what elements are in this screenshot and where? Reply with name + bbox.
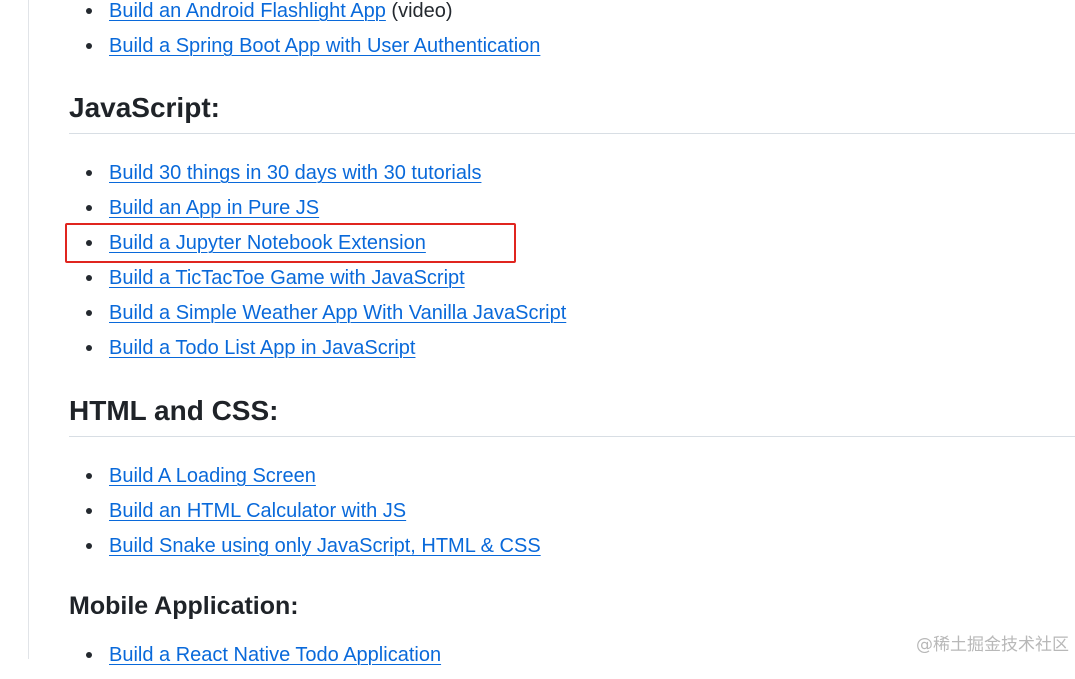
- list-item: Build an HTML Calculator with JS: [69, 500, 541, 535]
- list-item: Build Snake using only JavaScript, HTML …: [69, 535, 541, 570]
- link-html-calculator[interactable]: Build an HTML Calculator with JS: [109, 500, 406, 522]
- list-item: Build 30 things in 30 days with 30 tutor…: [69, 162, 566, 197]
- link-todo-list-js[interactable]: Build a Todo List App in JavaScript: [109, 337, 415, 359]
- javascript-link-list: Build 30 things in 30 days with 30 tutor…: [69, 162, 566, 372]
- bullet-icon: [86, 543, 92, 549]
- list-item: Build a Spring Boot App with User Authen…: [69, 35, 540, 70]
- watermark: @稀土掘金技术社区: [916, 635, 1069, 655]
- list-item: Build a Todo List App in JavaScript: [69, 337, 566, 372]
- list-item: Build A Loading Screen: [69, 465, 541, 500]
- bullet-icon: [86, 652, 92, 658]
- bullet-icon: [86, 205, 92, 211]
- bullet-icon: [86, 345, 92, 351]
- bullet-icon: [86, 508, 92, 514]
- bullet-icon: [86, 43, 92, 49]
- bullet-icon: [86, 310, 92, 316]
- mobile-link-list: Build a React Native Todo Application: [69, 644, 441, 679]
- heading-mobile-application: Mobile Application:: [69, 592, 299, 620]
- link-snake-game[interactable]: Build Snake using only JavaScript, HTML …: [109, 535, 541, 557]
- link-tictactoe[interactable]: Build a TicTacToe Game with JavaScript: [109, 267, 465, 289]
- html-css-link-list: Build A Loading Screen Build an HTML Cal…: [69, 465, 541, 570]
- list-item: Build a React Native Todo Application: [69, 644, 441, 679]
- link-30-things[interactable]: Build 30 things in 30 days with 30 tutor…: [109, 162, 481, 184]
- bullet-icon: [86, 8, 92, 14]
- left-border-rule: [28, 0, 29, 659]
- top-link-list: Build an Android Flashlight App (video) …: [69, 0, 540, 70]
- link-loading-screen[interactable]: Build A Loading Screen: [109, 465, 316, 487]
- link-weather-app[interactable]: Build a Simple Weather App With Vanilla …: [109, 302, 566, 324]
- highlight-annotation-box: [65, 223, 516, 263]
- link-react-native-todo[interactable]: Build a React Native Todo Application: [109, 644, 441, 666]
- list-item: Build an Android Flashlight App (video): [69, 0, 540, 35]
- heading-html-css: HTML and CSS:: [69, 394, 1075, 437]
- list-item: Build a Simple Weather App With Vanilla …: [69, 302, 566, 337]
- list-item: Build a TicTacToe Game with JavaScript: [69, 267, 566, 302]
- heading-javascript: JavaScript:: [69, 91, 1075, 134]
- bullet-icon: [86, 275, 92, 281]
- bullet-icon: [86, 473, 92, 479]
- link-android-flashlight[interactable]: Build an Android Flashlight App: [109, 0, 386, 22]
- link-spring-boot-auth[interactable]: Build a Spring Boot App with User Authen…: [109, 35, 540, 57]
- bullet-icon: [86, 170, 92, 176]
- video-note: (video): [385, 0, 453, 22]
- link-app-pure-js[interactable]: Build an App in Pure JS: [109, 197, 319, 219]
